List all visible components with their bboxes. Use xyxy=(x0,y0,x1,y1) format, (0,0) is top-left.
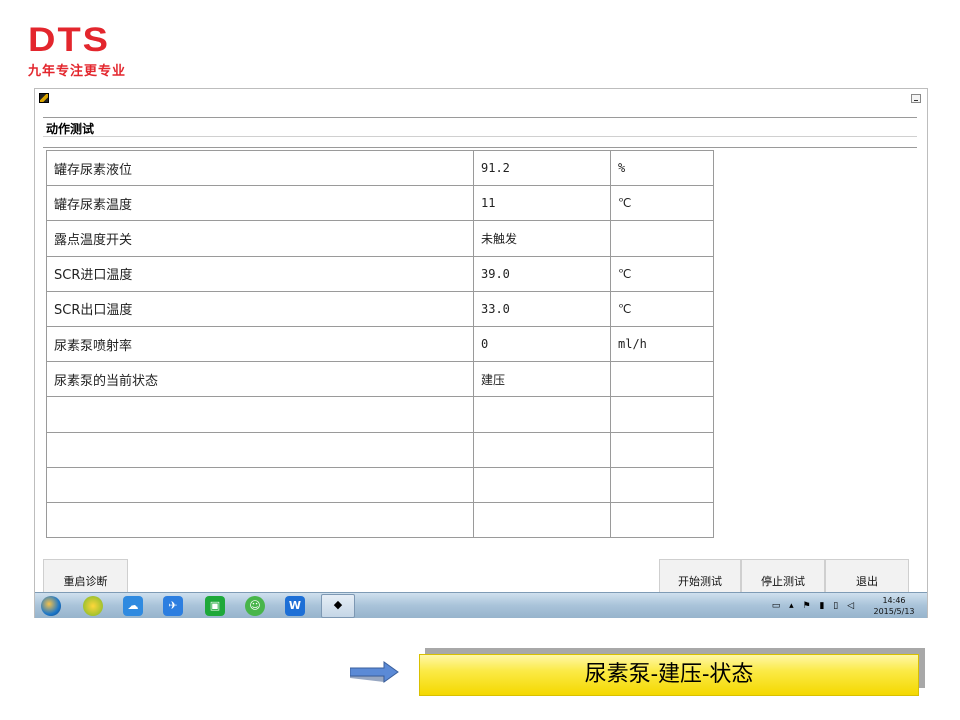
table-row: SCR出口温度 33.0 ℃ xyxy=(46,290,714,327)
param-value-cell xyxy=(473,431,611,468)
button-row: 重启诊断 开始测试 停止测试 退出 xyxy=(35,559,927,593)
table-row xyxy=(46,466,714,503)
param-unit-cell xyxy=(610,431,714,468)
data-table: 罐存尿素液位 91.2% 罐存尿素温度 11 ℃ 露点温度开关 未触发 SCR进口温度 39.0… xyxy=(46,149,714,539)
table-row: 尿素泵的当前状态 建压 xyxy=(46,361,714,398)
table-row: SCR进口温度 39.0 ℃ xyxy=(46,255,714,292)
app-icon xyxy=(39,93,49,103)
param-unit-cell: ℃ xyxy=(610,185,714,222)
logo-mark: DTS xyxy=(28,21,110,59)
table-row xyxy=(46,431,714,468)
minimize-button[interactable] xyxy=(911,94,921,103)
param-name-cell: 尿素泵喷射率 xyxy=(46,325,474,363)
param-value-cell xyxy=(473,501,611,539)
dts-logo: DTS 九年专注更专业 xyxy=(28,21,127,79)
start-orb-icon[interactable] xyxy=(41,596,61,616)
data-panel: 罐存尿素液位 91.2% 罐存尿素温度 11 ℃ 露点温度开关 未触发 SCR进口温度 39.0… xyxy=(43,147,917,539)
table-row: 露点温度开关 未触发 xyxy=(46,220,714,257)
param-value-cell: 11 xyxy=(473,185,611,222)
clock[interactable]: 14:46 2015/5/13 xyxy=(869,595,919,617)
param-unit-cell: ml/h xyxy=(610,325,714,363)
param-name-cell: 尿素泵的当前状态 xyxy=(46,361,474,398)
start-test-button[interactable]: 开始测试 xyxy=(659,559,741,593)
smile-icon[interactable]: ☺ xyxy=(245,596,265,616)
restart-diagnosis-button[interactable]: 重启诊断 xyxy=(43,559,128,593)
param-value-cell: 33.0 xyxy=(473,290,611,327)
stop-test-button[interactable]: 停止测试 xyxy=(741,559,825,593)
param-value-cell: 0 xyxy=(473,325,611,363)
diagnostic-window: 动作测试 罐存尿素液位 91.2% 罐存尿素温度 11 ℃ 露点温度开关 未触发 SCR进口温… xyxy=(34,88,928,618)
param-unit-cell xyxy=(610,361,714,398)
param-name-cell: 罐存尿素液位 xyxy=(46,149,474,187)
table-row: 罐存尿素液位 91.2% xyxy=(46,149,714,187)
diagnostic-app-icon[interactable]: ◆ xyxy=(321,594,355,618)
param-name-cell: SCR出口温度 xyxy=(46,290,474,327)
param-name-cell xyxy=(46,431,474,468)
logo-tagline: 九年专注更专业 xyxy=(28,64,127,79)
param-value-cell: 91.2 xyxy=(473,149,611,187)
exit-button[interactable]: 退出 xyxy=(825,559,909,593)
param-value-cell: 建压 xyxy=(473,361,611,398)
table-row xyxy=(46,396,714,433)
right-arrow-icon xyxy=(350,661,399,683)
table-row: 罐存尿素温度 11 ℃ xyxy=(46,185,714,222)
title-bar xyxy=(35,89,927,107)
param-unit-cell xyxy=(610,220,714,257)
param-name-cell: SCR进口温度 xyxy=(46,255,474,292)
param-unit-cell xyxy=(610,501,714,539)
slide: DTS 九年专注更专业 动作测试 罐存尿素液位 91.2% 罐存尿素温度 11 ℃ 露点温… xyxy=(0,0,960,720)
taskbar: ☁ ✈ ▣ ☺ W ◆ ▭ ▴ ⚑ ▮ ▯ ◁ 14:46 2015/5/13 xyxy=(35,592,927,618)
caption-banner: 尿素泵-建压-状态 xyxy=(419,654,919,696)
param-unit-cell: ℃ xyxy=(610,255,714,292)
param-value-cell xyxy=(473,396,611,433)
clock-date: 2015/5/13 xyxy=(873,607,915,616)
section-header: 动作测试 xyxy=(43,117,917,137)
section-title: 动作测试 xyxy=(46,122,95,136)
param-name-cell: 露点温度开关 xyxy=(46,220,474,257)
param-name-cell xyxy=(46,501,474,539)
param-unit-cell: % xyxy=(610,149,714,187)
param-value-cell: 39.0 xyxy=(473,255,611,292)
clock-time: 14:46 xyxy=(882,596,906,605)
document-icon[interactable]: W xyxy=(285,596,305,616)
param-name-cell xyxy=(46,466,474,503)
browser-icon[interactable] xyxy=(83,596,103,616)
bird-icon[interactable]: ✈ xyxy=(163,596,183,616)
param-unit-cell xyxy=(610,466,714,503)
param-name-cell xyxy=(46,396,474,433)
param-unit-cell: ℃ xyxy=(610,290,714,327)
table-row: 尿素泵喷射率 0 ml/h xyxy=(46,325,714,363)
param-value-cell: 未触发 xyxy=(473,220,611,257)
cloud-icon[interactable]: ☁ xyxy=(123,596,143,616)
tray-icons[interactable]: ▭ ▴ ⚑ ▮ ▯ ◁ xyxy=(772,601,857,611)
param-unit-cell xyxy=(610,396,714,433)
table-row xyxy=(46,501,714,539)
video-icon[interactable]: ▣ xyxy=(205,596,225,616)
param-name-cell: 罐存尿素温度 xyxy=(46,185,474,222)
param-value-cell xyxy=(473,466,611,503)
